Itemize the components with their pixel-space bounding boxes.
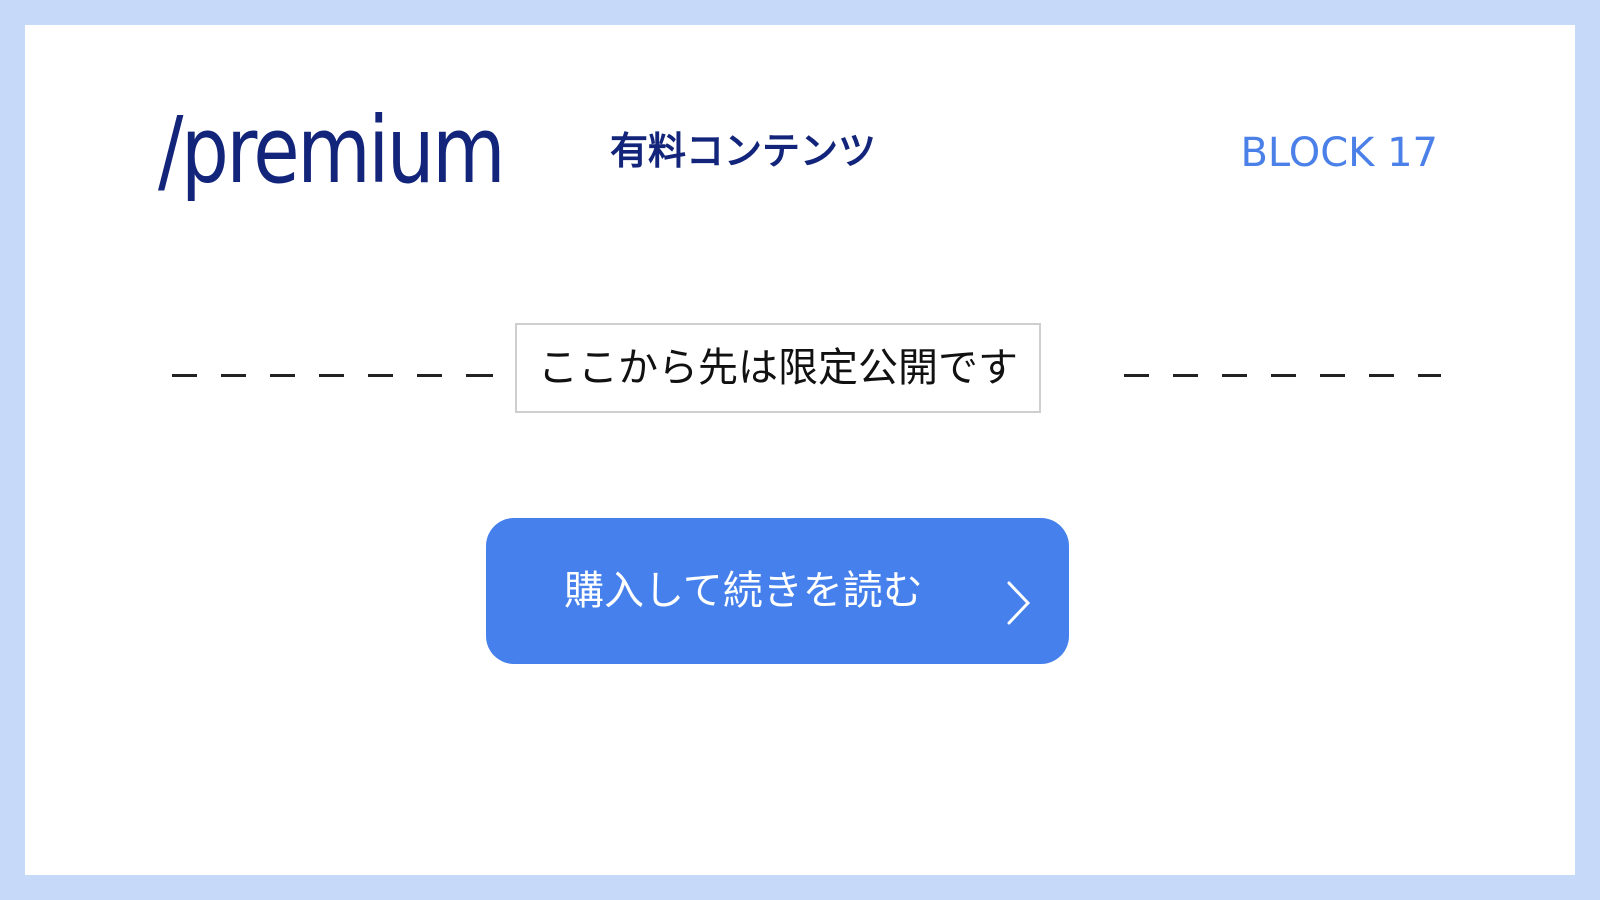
purchase-continue-label: 購入して続きを読む [564, 569, 923, 613]
purchase-continue-button[interactable]: 購入して続きを読む [486, 518, 1069, 664]
paywall-notice: ここから先は限定公開です [515, 323, 1041, 413]
block-label: BLOCK 17 [1240, 130, 1438, 176]
page-subtitle: 有料コンテンツ [610, 129, 877, 173]
chevron-right-icon [1007, 581, 1031, 625]
paywall-notice-text: ここから先は限定公開です [538, 345, 1018, 391]
dashed-divider-left [148, 374, 493, 377]
page-slug-title: /premium [158, 97, 506, 204]
dashed-divider-right [1100, 374, 1441, 377]
